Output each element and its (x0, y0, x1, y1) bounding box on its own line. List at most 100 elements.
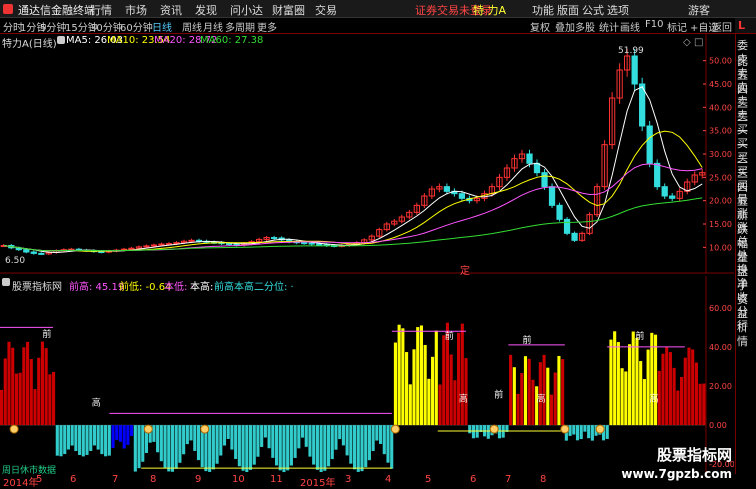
panel-toggle[interactable]: L (735, 18, 756, 33)
indicator-bar (130, 425, 134, 437)
indicator-bar (178, 425, 182, 463)
indicator-bar (92, 425, 97, 446)
indicator-bar (29, 359, 33, 426)
time-label-7: 11 (270, 474, 283, 485)
time-label-9: 3 (345, 474, 352, 485)
indicator-bar (152, 425, 156, 442)
watermark-url: www.7gpzb.com (621, 467, 732, 481)
indicator-bar (278, 425, 282, 471)
price-tick-label: 10.00 (709, 243, 732, 252)
panel-20[interactable]: 行情 (737, 317, 756, 349)
indicator-bar (512, 367, 516, 426)
indicator-bar (457, 332, 461, 426)
indicator-bar (326, 425, 331, 467)
indicator-chart[interactable]: 前高前高 前前高前高 60.0040.0020.000.00-20.00 (0, 276, 734, 476)
indicator-bar (338, 425, 342, 440)
period-6[interactable]: 日线 (152, 19, 172, 34)
indicator-bar (356, 425, 360, 472)
candle-body (556, 204, 563, 220)
tool-2[interactable]: 多股 (575, 19, 595, 34)
guest-label[interactable]: 游客 (688, 2, 710, 18)
period-4[interactable]: 30分钟 (90, 19, 123, 34)
coin-icon (390, 424, 400, 434)
candle-body (316, 243, 323, 246)
time-label-10: 4 (385, 474, 392, 485)
quote-panel: 委比 卖五 卖四 卖三 卖二 卖一 买一 买二 买三 买四 买五 最新 涨跌 涨幅 总量 外盘 换手 净资 收益 分析… (735, 34, 756, 474)
top-menu-0[interactable]: 行情 (90, 2, 112, 18)
indicator-bar (646, 349, 650, 426)
indicator-bar (553, 372, 557, 426)
marker-qian: 前 (445, 330, 454, 342)
indicator-bar (78, 425, 82, 455)
indicator-bar (613, 331, 617, 426)
top-menu-1[interactable]: 市场 (125, 2, 147, 18)
indicator-bar (668, 352, 672, 426)
indicator-bar (14, 373, 18, 426)
tool-8[interactable]: 返回 (712, 19, 732, 34)
price-tick-label: 15.00 (709, 220, 732, 229)
period-5[interactable]: 60分钟 (120, 19, 153, 34)
indicator-bar (22, 347, 26, 426)
indicator-bar (274, 425, 279, 466)
indicator-bar (81, 425, 85, 457)
price-chart[interactable]: 50.00 45.00 40.00 35.00 30.00 25.00 20.00 15.00… (0, 34, 734, 274)
tool-0[interactable]: 复权 (530, 19, 550, 34)
tool-1[interactable]: 叠加 (555, 19, 575, 34)
indicator-bar (185, 425, 189, 445)
menu-layout[interactable]: 版面 (557, 2, 579, 18)
indicator-bar (464, 358, 468, 426)
indicator-bar (427, 378, 431, 426)
candle-body (563, 218, 571, 234)
indicator-bar (48, 374, 52, 426)
indicator-bar (672, 367, 676, 426)
indicator-bar (635, 337, 639, 426)
gear-icon[interactable] (2, 278, 10, 286)
candle-body (526, 153, 533, 164)
indicator-bar (263, 425, 267, 438)
top-menu-5[interactable]: 财富圈 (272, 2, 305, 18)
candle-body (128, 247, 135, 250)
menu-formula[interactable]: 公式 (582, 2, 604, 18)
chart-settings-icon[interactable]: ◇ (683, 37, 691, 48)
marker-gao: 高 (92, 397, 101, 409)
indicator-bar (579, 425, 583, 440)
indicator-bar (509, 354, 513, 426)
menu-options[interactable]: 选项 (607, 2, 629, 18)
time-label-5: 9 (195, 474, 202, 485)
indicator-bar (122, 425, 126, 449)
chart-close-icon[interactable]: □ (694, 37, 703, 48)
indicator-bar (691, 349, 695, 426)
top-menu-2[interactable]: 资讯 (160, 2, 182, 18)
period-10[interactable]: 更多 (257, 19, 277, 34)
period-8[interactable]: 月线 (203, 19, 223, 34)
tool-6[interactable]: 标记 (667, 19, 687, 34)
tool-4[interactable]: 画线 (620, 19, 640, 34)
top-menu-4[interactable]: 问小达 (230, 2, 263, 18)
indicator-bar (453, 380, 457, 426)
indicator-bar (587, 425, 591, 439)
candle-body (646, 125, 653, 164)
indicator-bar (33, 389, 37, 426)
indicator-bar (371, 425, 375, 452)
tool-5[interactable]: F10 (645, 19, 663, 30)
indicator-bar (434, 330, 438, 426)
tool-3[interactable]: 统计 (599, 19, 619, 34)
indicator-bar (557, 355, 561, 426)
indicator-bar (624, 371, 628, 426)
indicator-bar (312, 425, 316, 465)
coin-icon (595, 424, 605, 434)
price-tick-label: 45.00 (709, 80, 732, 89)
indicator-bar (40, 341, 44, 426)
candle-body (23, 249, 30, 253)
top-menu-3[interactable]: 发现 (195, 2, 217, 18)
indicator-bar (360, 425, 364, 472)
indicator-bar (535, 386, 539, 426)
period-9[interactable]: 多周期 (225, 19, 255, 34)
period-7[interactable]: 周线 (182, 19, 202, 34)
top-menu-6[interactable]: 交易 (315, 2, 337, 18)
period-2[interactable]: 5分钟 (40, 19, 66, 34)
indicator-bar (583, 425, 587, 432)
sub-title: 股票指标网 (12, 282, 62, 293)
indicator-bar (226, 425, 230, 439)
menu-function[interactable]: 功能 (532, 2, 554, 18)
